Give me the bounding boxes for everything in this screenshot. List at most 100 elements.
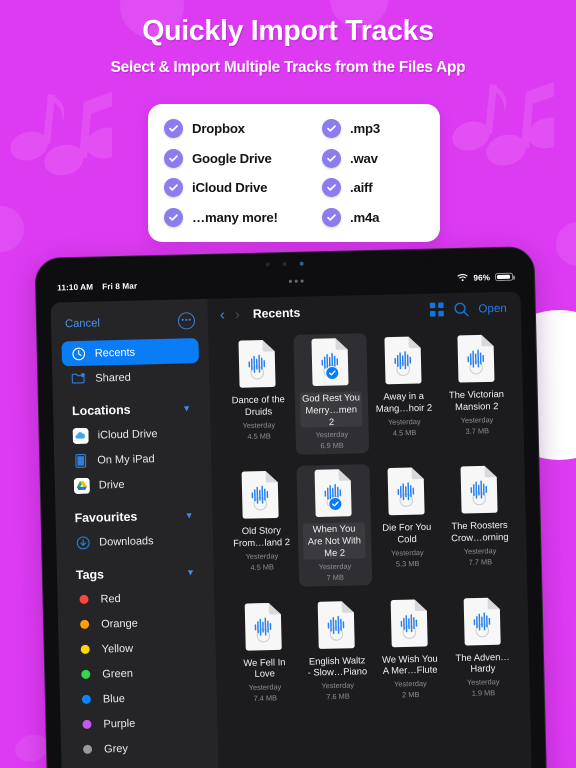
sidebar-item-tag-purple[interactable]: Purple xyxy=(70,709,208,737)
file-size: 7.7 MB xyxy=(468,557,493,567)
check-circle-icon xyxy=(164,119,183,138)
sidebar-item-downloads[interactable]: Downloads xyxy=(66,527,204,555)
file-item[interactable]: God Rest You Merry…men 2 Yesterday 6.9 MB xyxy=(293,333,369,456)
file-item[interactable]: When You Are Not With Me 2 Yesterday 7 MB xyxy=(296,464,372,587)
tag-dot-icon xyxy=(80,644,90,654)
file-size: 5.3 MB xyxy=(395,558,420,569)
sidebar-item-tag-orange[interactable]: Orange xyxy=(68,609,206,637)
sidebar-item-google-drive[interactable]: Drive xyxy=(65,470,203,498)
promo-screenshot: Quickly Import Tracks Select & Import Mu… xyxy=(0,0,576,768)
sidebar-section-favourites[interactable]: Favourites ▼ xyxy=(74,508,193,525)
sidebar-section-title: Tags xyxy=(75,567,105,583)
file-date: Yesterday xyxy=(390,547,424,558)
file-item[interactable]: Away in a Mang…hoir 2 Yesterday 4.5 MB xyxy=(366,331,442,453)
open-button[interactable]: Open xyxy=(478,301,507,315)
sidebar-item-label: Drive xyxy=(98,478,125,492)
list-item-label: .m4a xyxy=(350,209,380,225)
ellipsis-circle-icon[interactable]: ••• xyxy=(177,312,196,330)
file-item[interactable]: We Fell In Love Yesterday 7.4 MB xyxy=(227,597,302,707)
decor-blob xyxy=(556,222,576,266)
audio-file-icon xyxy=(238,339,277,388)
chevron-left-icon[interactable]: ‹ xyxy=(220,306,225,323)
battery-icon xyxy=(494,272,514,282)
grid-view-icon[interactable] xyxy=(429,302,444,317)
sidebar-item-label: iCloud Drive xyxy=(97,427,158,442)
file-name: Away in a Mang…hoir 2 xyxy=(375,389,433,414)
file-date: Yesterday xyxy=(387,416,421,427)
sidebar-section-title: Locations xyxy=(71,402,131,419)
sidebar-section-tags[interactable]: Tags ▼ xyxy=(76,565,195,582)
sidebar-item-tag-blue[interactable]: Blue xyxy=(70,684,208,712)
file-date: Yesterday xyxy=(460,414,494,425)
file-name: The Adven…Hardy xyxy=(455,650,510,675)
list-item-label: …many more! xyxy=(192,209,278,225)
file-name: The Roosters Crow…orning xyxy=(451,519,509,544)
sidebar-item-tag-red[interactable]: Red xyxy=(67,584,205,612)
chevron-down-icon[interactable]: ▼ xyxy=(185,510,194,520)
file-name: God Rest You Merry…men 2 xyxy=(299,391,363,428)
list-item: .m4a xyxy=(322,204,440,231)
sidebar-item-shared[interactable]: Shared xyxy=(62,363,200,391)
search-icon[interactable] xyxy=(453,301,469,316)
chevron-right-icon[interactable]: › xyxy=(235,306,240,323)
file-size: 1.9 MB xyxy=(471,688,496,698)
check-circle-icon xyxy=(164,148,183,168)
music-note-decoration xyxy=(2,88,112,188)
cancel-button[interactable]: Cancel xyxy=(65,317,100,330)
audio-file-icon xyxy=(317,600,356,649)
file-item[interactable]: We Wish You A Mer…Flute Yesterday 2 MB xyxy=(372,594,447,704)
check-circle-icon xyxy=(322,207,341,227)
list-item: .aiff xyxy=(322,174,440,201)
audio-file-icon xyxy=(386,467,425,516)
file-name: The Victorian Mansion 2 xyxy=(448,387,505,412)
files-app-window: Cancel ••• Recents Shared Locations ▼ iC… xyxy=(50,291,533,768)
file-date: Yesterday xyxy=(315,429,349,440)
audio-file-icon xyxy=(383,336,422,385)
sidebar-item-recents[interactable]: Recents xyxy=(61,338,199,367)
sidebar-item-label: Blue xyxy=(102,692,126,705)
list-item-label: .wav xyxy=(350,150,378,166)
file-size: 4.5 MB xyxy=(250,562,274,572)
sidebar-item-icloud-drive[interactable]: iCloud Drive xyxy=(63,420,201,448)
file-size: 6.9 MB xyxy=(320,440,344,451)
sidebar-item-label: Green xyxy=(102,667,134,680)
file-item[interactable]: The Adven…Hardy Yesterday 1.9 MB xyxy=(445,592,520,702)
list-item: Dropbox xyxy=(164,115,320,142)
file-name: Die For You Cold xyxy=(382,520,432,545)
file-grid: Dance of the Druids Yesterday 4.5 MB God Re… xyxy=(208,324,532,768)
sidebar-item-tag-green[interactable]: Green xyxy=(69,659,207,687)
file-date: Yesterday xyxy=(463,545,497,556)
file-item[interactable]: Old Story From…land 2 Yesterday 4.5 MB xyxy=(223,466,299,588)
sidebar-item-label: Recents xyxy=(94,346,136,360)
file-item[interactable]: The Roosters Crow…orning Yesterday 7.7 MB xyxy=(442,461,518,583)
status-date: Fri 8 Mar xyxy=(102,281,138,291)
list-item-label: iCloud Drive xyxy=(192,180,268,196)
file-item[interactable]: The Victorian Mansion 2 Yesterday 3.7 MB xyxy=(439,330,515,452)
promo-header: Quickly Import Tracks Select & Import Mu… xyxy=(0,15,576,77)
sidebar-item-on-my-ipad[interactable]: On My iPad xyxy=(64,445,202,473)
file-name: We Wish You A Mer…Flute xyxy=(381,652,438,677)
sidebar-section-locations[interactable]: Locations ▼ xyxy=(72,401,191,418)
tag-dot-icon xyxy=(79,594,89,604)
file-item[interactable]: Die For You Cold Yesterday 5.3 MB xyxy=(369,463,445,585)
file-item[interactable]: Dance of the Druids Yesterday 4.5 MB xyxy=(220,335,296,457)
file-item[interactable]: English Waltz - Slow…Piano Yesterday 7.6 M… xyxy=(299,596,374,706)
chevron-down-icon[interactable]: ▼ xyxy=(186,567,195,577)
file-date: Yesterday xyxy=(248,682,282,693)
list-item: Google Drive xyxy=(164,145,320,172)
list-item-label: .mp3 xyxy=(350,121,380,136)
sidebar-item-label: Shared xyxy=(95,371,131,385)
sidebar-item-tag-yellow[interactable]: Yellow xyxy=(68,634,206,662)
file-name: When You Are Not With Me 2 xyxy=(302,522,366,560)
battery-percent: 96% xyxy=(473,272,491,283)
wifi-icon xyxy=(457,272,468,283)
chevron-down-icon[interactable]: ▼ xyxy=(182,403,191,413)
decor-blob xyxy=(0,206,24,252)
audio-file-icon xyxy=(459,465,498,514)
feature-card: Dropbox Google Drive iCloud Drive …many … xyxy=(148,104,440,242)
sidebar-item-label: Red xyxy=(100,592,121,606)
sidebar-item-tag-grey[interactable]: Grey xyxy=(71,734,209,762)
check-circle-icon xyxy=(164,178,183,198)
audio-file-icon xyxy=(314,469,353,518)
tag-dot-icon xyxy=(81,694,91,704)
